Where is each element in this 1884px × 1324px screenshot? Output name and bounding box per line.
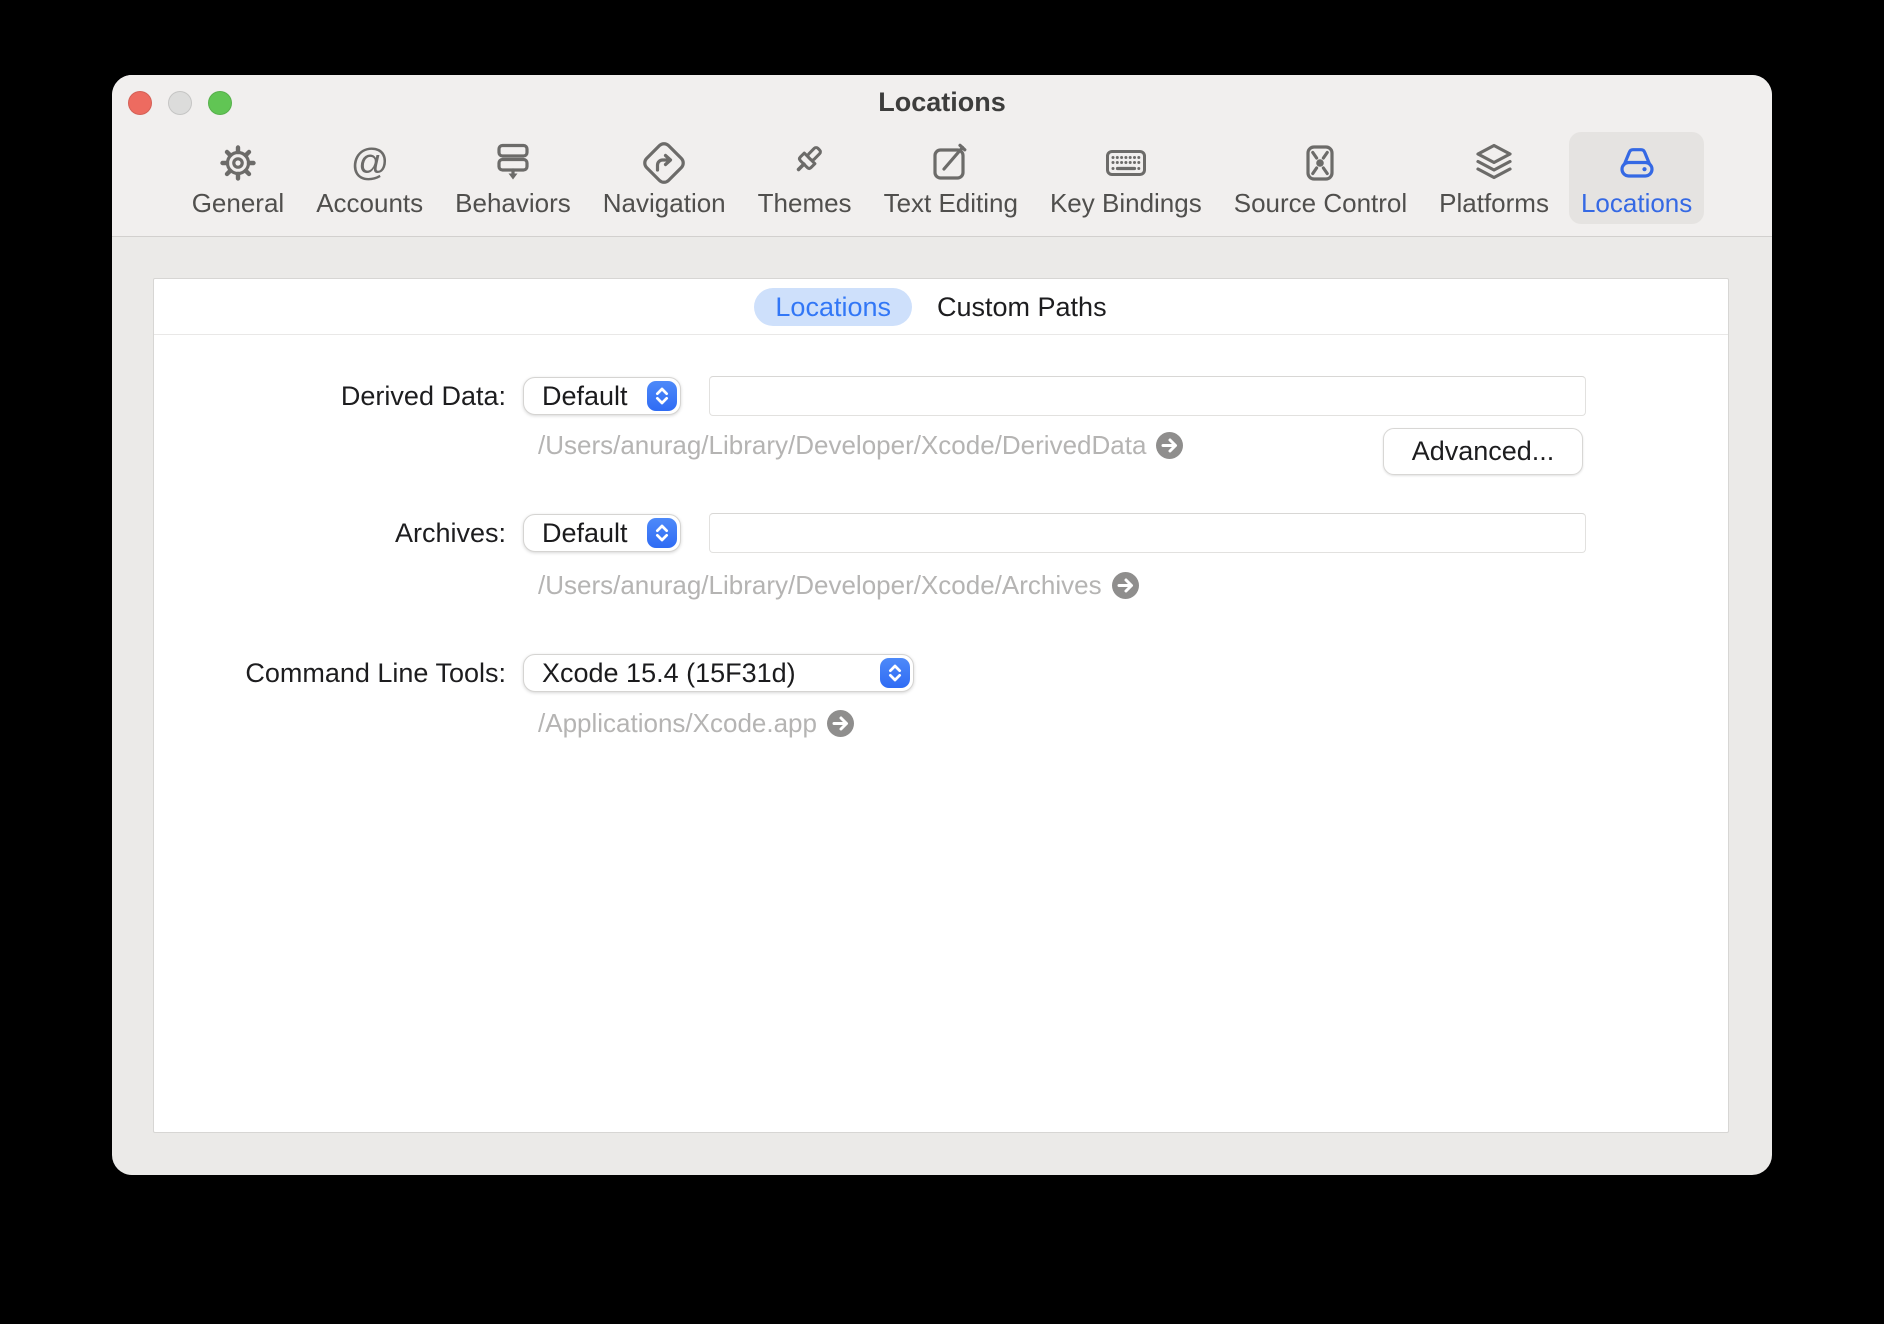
tab-general[interactable]: General — [180, 132, 297, 224]
toolbar-item-label: Text Editing — [884, 188, 1018, 218]
toolbar-item-label: General — [192, 188, 285, 218]
derived-data-custom-path-field[interactable] — [709, 376, 1586, 416]
arrow-right-circle-icon[interactable] — [1112, 572, 1139, 599]
toolbar-item-label: Accounts — [316, 188, 423, 218]
arrow-right-circle-icon[interactable] — [1156, 432, 1183, 459]
toolbar-item-label: Source Control — [1234, 188, 1407, 218]
tab-behaviors[interactable]: Behaviors — [443, 132, 583, 224]
tab-themes[interactable]: Themes — [746, 132, 864, 224]
layers-icon — [1470, 139, 1518, 187]
toolbar-item-label: Themes — [758, 188, 852, 218]
keyboard-icon — [1102, 139, 1150, 187]
tab-source-control[interactable]: Source Control — [1222, 132, 1419, 224]
tab-text-editing[interactable]: Text Editing — [872, 132, 1030, 224]
archives-path: /Users/anurag/Library/Developer/Xcode/Ar… — [538, 570, 1102, 601]
window-title: Locations — [112, 86, 1772, 118]
desktop-background: Locations G — [0, 0, 1884, 1324]
command-line-tools-popup[interactable]: Xcode 15.4 (15F31d) — [523, 654, 914, 692]
hard-drive-icon — [1613, 139, 1661, 187]
derived-data-path: /Users/anurag/Library/Developer/Xcode/De… — [538, 430, 1146, 461]
toolbar-item-label: Locations — [1581, 188, 1692, 218]
chevron-up-down-icon — [647, 518, 677, 548]
behaviors-icon — [489, 139, 537, 187]
svg-text:@: @ — [350, 142, 389, 184]
toolbar-item-label: Navigation — [603, 188, 726, 218]
command-line-tools-path-row: /Applications/Xcode.app — [538, 708, 854, 738]
popup-value: Default — [542, 515, 628, 551]
derived-data-label: Derived Data: — [154, 377, 506, 415]
tab-custom-paths-segment[interactable]: Custom Paths — [916, 288, 1128, 326]
gear-icon — [214, 139, 262, 187]
window-header: Locations G — [112, 75, 1772, 237]
tab-locations[interactable]: Locations — [1569, 132, 1704, 224]
archives-popup[interactable]: Default — [523, 514, 681, 552]
tab-platforms[interactable]: Platforms — [1427, 132, 1561, 224]
archives-path-row: /Users/anurag/Library/Developer/Xcode/Ar… — [538, 570, 1139, 600]
advanced-button[interactable]: Advanced... — [1383, 428, 1583, 475]
at-sign-icon: @ — [346, 139, 394, 187]
xcode-settings-window: Locations G — [112, 75, 1772, 1175]
tab-key-bindings[interactable]: Key Bindings — [1038, 132, 1214, 224]
text-editing-icon — [927, 139, 975, 187]
archives-label: Archives: — [154, 514, 506, 552]
segmented-tabs: Locations Custom Paths — [154, 279, 1728, 335]
command-line-tools-label: Command Line Tools: — [154, 654, 506, 692]
tab-accounts[interactable]: @ Accounts — [304, 132, 435, 224]
locations-panel: Locations Custom Paths Derived Data: Def… — [153, 278, 1729, 1133]
popup-value: Xcode 15.4 (15F31d) — [542, 655, 796, 691]
toolbar-item-label: Platforms — [1439, 188, 1549, 218]
toolbar-item-label: Key Bindings — [1050, 188, 1202, 218]
tab-locations-segment[interactable]: Locations — [754, 288, 912, 326]
derived-data-popup[interactable]: Default — [523, 377, 681, 415]
source-control-icon — [1296, 139, 1344, 187]
popup-value: Default — [542, 378, 628, 414]
arrow-right-circle-icon[interactable] — [827, 710, 854, 737]
navigation-icon — [640, 139, 688, 187]
tab-navigation[interactable]: Navigation — [591, 132, 738, 224]
toolbar-item-label: Behaviors — [455, 188, 571, 218]
chevron-up-down-icon — [647, 381, 677, 411]
chevron-up-down-icon — [880, 658, 910, 688]
settings-toolbar: General @ Accounts — [112, 132, 1772, 224]
command-line-tools-path: /Applications/Xcode.app — [538, 708, 817, 739]
archives-custom-path-field[interactable] — [709, 513, 1586, 553]
derived-data-path-row: /Users/anurag/Library/Developer/Xcode/De… — [538, 430, 1183, 460]
paintbrush-icon — [781, 139, 829, 187]
